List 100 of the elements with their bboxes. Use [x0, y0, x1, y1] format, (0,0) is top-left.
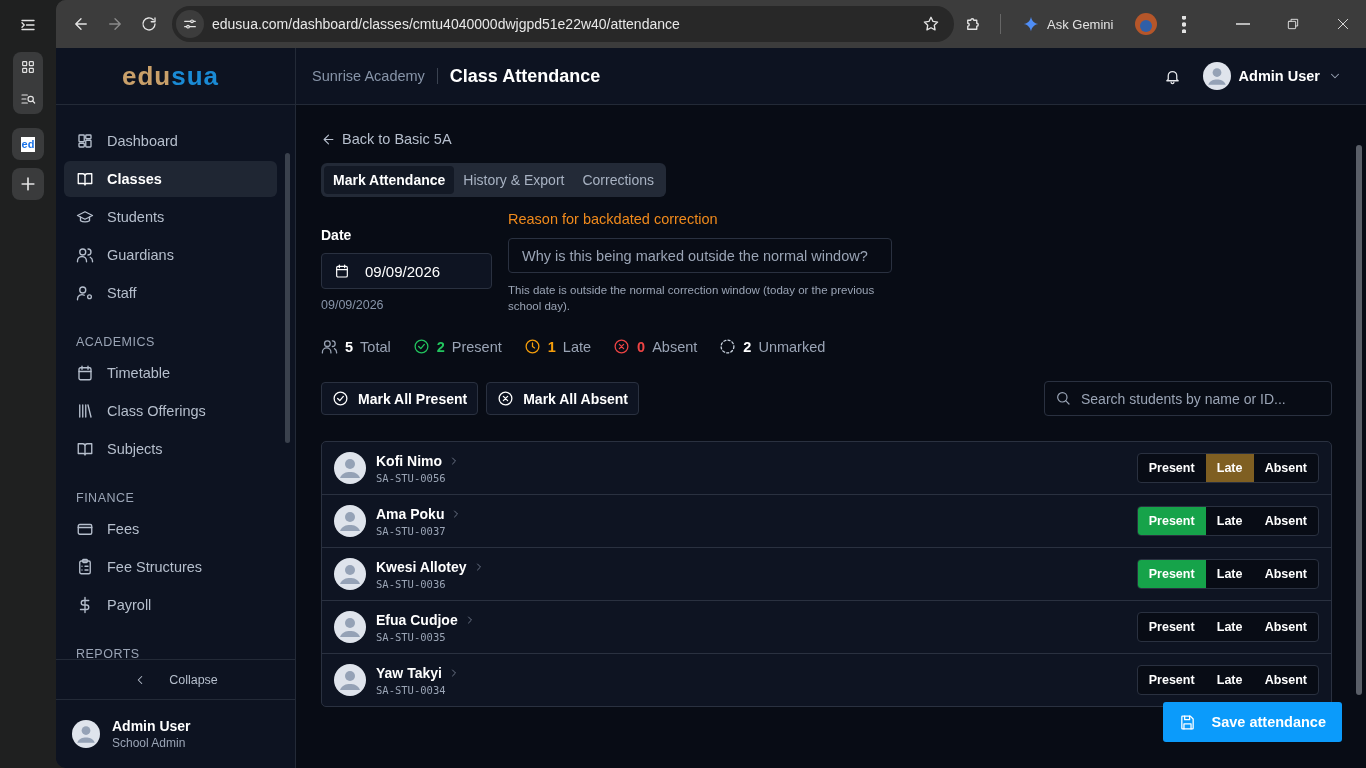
status-option[interactable]: Late [1205, 454, 1254, 482]
clipboard-icon [76, 558, 94, 576]
tab[interactable]: Mark Attendance [324, 166, 455, 194]
collapse-button[interactable]: Collapse [56, 659, 295, 699]
minimize-icon [1236, 23, 1250, 25]
school-name: Sunrise Academy [312, 68, 425, 84]
status-option[interactable]: Absent [1253, 613, 1318, 641]
dashboard-icon [76, 132, 94, 150]
forward-icon [106, 15, 124, 33]
stat-label: Unmarked [758, 338, 826, 355]
sparkle-icon [1023, 16, 1039, 32]
bulk-action-button[interactable]: Mark All Absent [486, 382, 639, 415]
nav-item[interactable]: Staff [64, 275, 277, 311]
calendar-icon [334, 263, 350, 279]
avatar-icon [1202, 62, 1231, 90]
dashed-circle-icon [719, 338, 737, 355]
search-field[interactable]: Search students by name or ID... [1044, 381, 1332, 416]
status-option[interactable]: Late [1205, 613, 1254, 641]
nav-item[interactable]: Timetable [64, 355, 277, 391]
url-text: edusua.com/dashboard/classes/cmtu4040000dwjgpd51e22w40/attendance [212, 16, 680, 32]
field-label: Reason for backdated correction [508, 211, 719, 227]
student-id: SA-STU-0037 [376, 524, 447, 537]
users-icon [321, 338, 338, 355]
section-heading: FINANCE [75, 490, 136, 507]
search-icon [1055, 390, 1071, 406]
nav-item[interactable]: Dashboard [64, 123, 277, 159]
nav-item[interactable]: Payroll [64, 587, 277, 623]
check-circle-icon [332, 390, 349, 407]
nav-item[interactable]: Fees [64, 511, 277, 547]
avatar-icon [334, 505, 366, 537]
bulk-action-button[interactable]: Mark All Present [321, 382, 479, 415]
stat-count: 1 [547, 338, 556, 355]
book-icon [76, 440, 94, 458]
stat-label: Late [562, 338, 592, 355]
new-tab-button[interactable] [12, 168, 44, 200]
puzzle-icon [964, 15, 982, 33]
student-id: SA-STU-0034 [376, 683, 447, 696]
date-field[interactable]: 09/09/2026 [321, 253, 492, 289]
field-label: Date [321, 227, 353, 243]
student-name[interactable]: Yaw Takyi [376, 664, 442, 681]
status-option[interactable]: Present [1137, 454, 1206, 482]
back-link[interactable]: Back to Basic 5A [321, 131, 452, 147]
date-caption: 09/09/2026 [321, 298, 385, 312]
logo-text: edu [121, 60, 172, 92]
helper-text: This date is outside the normal correction window (today or the previous school day). [508, 283, 876, 314]
gemini-button[interactable]: Ask Gemini [1013, 16, 1124, 32]
favicon-text: ed [20, 136, 36, 152]
address-bar[interactable]: edusua.com/dashboard/classes/cmtu4040000dwjgpd51e22w40/attendance [172, 6, 954, 42]
logo-text: sua [171, 60, 219, 92]
x-circle-icon [613, 338, 631, 355]
kebab-icon [1182, 15, 1187, 33]
user-menu-button[interactable]: Admin User [1202, 62, 1342, 90]
stat-count: 5 [345, 338, 354, 355]
reload-icon [140, 15, 158, 33]
avatar-icon [334, 452, 366, 484]
status-option[interactable]: Absent [1253, 454, 1318, 482]
user-role: School Admin [112, 736, 187, 750]
student-id: SA-STU-0035 [376, 630, 447, 643]
stat-count: 2 [436, 338, 445, 355]
student-name[interactable]: Kofi Nimo [376, 452, 443, 469]
tab[interactable]: Corrections [573, 166, 664, 194]
nav-item[interactable]: Subjects [64, 431, 277, 467]
reason-field[interactable]: Why is this being marked outside the normal window? [508, 238, 892, 273]
stat-count: 2 [743, 338, 752, 355]
star-icon [922, 15, 940, 33]
student-name[interactable]: Kwesi Allotey [376, 558, 467, 575]
student-name[interactable]: Efua Cudjoe [376, 611, 458, 628]
status-option[interactable]: Absent [1253, 560, 1318, 588]
nav-item[interactable]: Guardians [64, 237, 277, 273]
arrow-left-icon [321, 131, 336, 147]
stat-label: Absent [652, 338, 698, 355]
nav-item[interactable]: Classes [64, 161, 277, 197]
grid-icon [20, 59, 36, 75]
status-option[interactable]: Absent [1253, 666, 1318, 694]
status-option[interactable]: Late [1205, 507, 1254, 535]
stat-label: Total [360, 338, 391, 355]
student-name[interactable]: Ama Poku [376, 505, 445, 522]
stat-label: Present [451, 338, 502, 355]
status-option[interactable]: Absent [1253, 507, 1318, 535]
status-option[interactable]: Present [1137, 613, 1206, 641]
close-icon [1335, 16, 1351, 32]
nav-item[interactable]: Fee Structures [64, 549, 277, 585]
book-icon [76, 170, 94, 188]
page-title: Class Attendance [449, 65, 601, 87]
stat-count: 0 [637, 338, 646, 355]
browser-tab[interactable]: ed [12, 128, 44, 160]
status-option[interactable]: Late [1205, 666, 1254, 694]
check-circle-icon [412, 338, 430, 355]
restore-icon [1285, 16, 1301, 32]
nav-item[interactable]: Students [64, 199, 277, 235]
clock-icon [523, 338, 541, 355]
nav-item[interactable]: Class Offerings [64, 393, 277, 429]
tab[interactable]: History & Export [454, 166, 574, 194]
user-name: Admin User [112, 718, 191, 734]
section-heading: ACADEMICS [75, 334, 156, 351]
status-option[interactable]: Late [1205, 560, 1254, 588]
avatar-icon [334, 558, 366, 590]
avatar-icon [72, 720, 100, 748]
library-icon [76, 402, 94, 420]
status-option[interactable]: Present [1137, 666, 1206, 694]
